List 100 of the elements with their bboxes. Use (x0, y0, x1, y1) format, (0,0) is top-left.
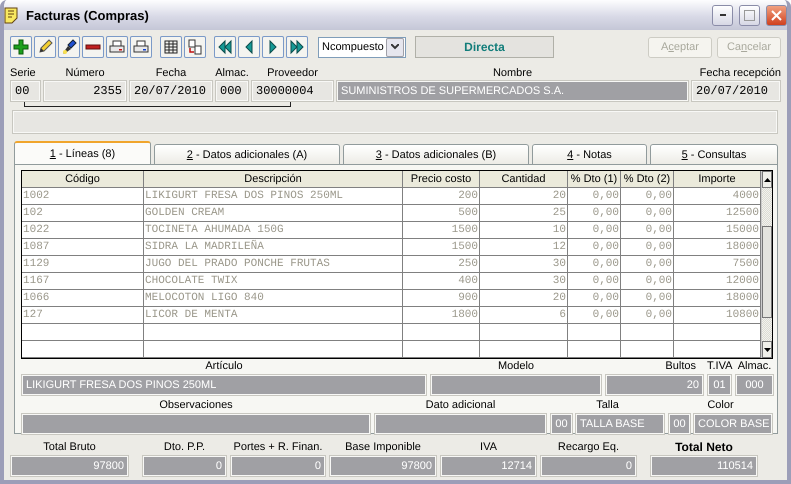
export-button[interactable] (184, 36, 206, 58)
article-field[interactable] (430, 374, 602, 396)
tab[interactable]: 3 - Datos adicionales (B) (343, 144, 529, 164)
detail-field[interactable] (374, 413, 547, 435)
table-cell: 1167 (22, 273, 144, 290)
scrollbar[interactable] (761, 171, 772, 358)
tab[interactable]: 4 - Notas (532, 144, 647, 164)
field-label: Color (706, 399, 735, 412)
column-header[interactable]: % Dto (1) (568, 171, 621, 188)
type-dropdown[interactable]: Ncompuesto (318, 36, 406, 58)
field-label: Talla (595, 399, 620, 412)
tab[interactable]: 1 - Líneas (8) (14, 141, 151, 164)
chevron-down-icon (391, 44, 399, 50)
column-header[interactable]: Importe (674, 171, 761, 188)
first-button[interactable] (214, 36, 236, 58)
table-cell: TOCINETA AHUMADA 150G (144, 222, 403, 239)
table-cell: MELOCOTON LIGO 840 (144, 290, 403, 307)
printer-button[interactable] (106, 36, 128, 58)
table-cell: 6 (480, 307, 568, 324)
field-label: Proveedor (266, 67, 319, 80)
header-field[interactable]: 00 (10, 80, 41, 102)
total-label: IVA (479, 441, 498, 454)
table-cell: 0,00 (621, 256, 674, 273)
table-cell: 30 (480, 256, 568, 273)
field-label: Bultos (664, 360, 697, 373)
header-field[interactable]: 20/07/2010 (129, 80, 213, 102)
column-header[interactable]: Precio costo (403, 171, 480, 188)
header-field[interactable]: 000 (215, 80, 249, 102)
field-label: Almac. (215, 67, 249, 80)
window-title: Facturas (Compras) (26, 8, 150, 22)
printer-button[interactable] (130, 36, 152, 58)
column-header[interactable]: Descripción (144, 171, 403, 188)
grid-button[interactable] (160, 36, 182, 58)
last-button[interactable] (286, 36, 308, 58)
header-field[interactable]: 2355 (43, 80, 127, 102)
close-icon (771, 10, 782, 20)
flashlight-icon (61, 39, 77, 55)
table-cell: 0,00 (568, 290, 621, 307)
table-cell: 900 (403, 290, 480, 307)
header-field[interactable]: 20/07/2010 (691, 80, 781, 102)
column-header[interactable]: Código (22, 171, 144, 188)
table-cell: CHOCOLATE TWIX (144, 273, 403, 290)
plus-icon (13, 39, 29, 55)
empty-cell (568, 324, 621, 341)
table-cell: 1129 (22, 256, 144, 273)
table-cell: 0,00 (568, 256, 621, 273)
table-cell: 20 (480, 188, 568, 205)
table-cell: 200 (403, 188, 480, 205)
table-cell: 0,00 (621, 290, 674, 307)
table-cell: 0,00 (568, 307, 621, 324)
app-icon (4, 6, 20, 24)
table-cell: 0,00 (568, 273, 621, 290)
table-cell: JUGO DEL PRADO PONCHE FRUTAS (144, 256, 403, 273)
maximize-button[interactable] (739, 4, 760, 26)
table-cell: 12 (480, 239, 568, 256)
printer-icon (133, 39, 149, 55)
info-field[interactable] (12, 110, 778, 134)
field-label: Artículo (204, 360, 244, 373)
field-label: Número (64, 67, 106, 80)
field-label: T.IVA (707, 360, 732, 373)
table-cell: 1087 (22, 239, 144, 256)
table-cell: 1022 (22, 222, 144, 239)
flashlight-button[interactable] (58, 36, 80, 58)
table-cell: 102 (22, 205, 144, 222)
tab[interactable]: 2 - Datos adicionales (A) (154, 144, 340, 164)
table-cell: 10 (480, 222, 568, 239)
first-icon (217, 39, 233, 55)
table-cell: 0,00 (568, 188, 621, 205)
table-cell: 0,00 (621, 188, 674, 205)
table-cell: 0,00 (621, 205, 674, 222)
close-button[interactable] (766, 4, 787, 26)
field-label: Almac. (736, 360, 772, 373)
tab[interactable]: 5 - Consultas (650, 144, 778, 164)
total-label: Recargo Eq. (556, 441, 620, 454)
column-header[interactable]: % Dto (2) (621, 171, 674, 188)
table-cell: LICOR DE MENTA (144, 307, 403, 324)
field-label: Modelo (496, 360, 536, 373)
pencil-icon (37, 39, 53, 55)
minimize-button[interactable] (712, 4, 733, 26)
table-cell: 1002 (22, 188, 144, 205)
header-field[interactable]: 30000004 (251, 80, 334, 102)
next-button[interactable] (262, 36, 284, 58)
total-label: Portes + R. Finan. (232, 441, 324, 454)
table-cell: 25 (480, 205, 568, 222)
total-label: Total Bruto (42, 441, 97, 454)
pencil-button[interactable] (34, 36, 56, 58)
table-cell: 30 (480, 273, 568, 290)
table-cell: 400 (403, 273, 480, 290)
table-cell: 0,00 (568, 205, 621, 222)
field-label: Serie (10, 67, 37, 80)
minimize-icon (720, 14, 726, 16)
previous-button[interactable] (238, 36, 260, 58)
plus-button[interactable] (10, 36, 32, 58)
field-label: Fecha (154, 67, 188, 80)
table-cell: 0,00 (621, 222, 674, 239)
detail-field[interactable] (21, 413, 371, 435)
empty-cell (568, 341, 621, 358)
export-icon (187, 39, 203, 55)
column-header[interactable]: Cantidad (480, 171, 568, 188)
minus-button[interactable] (82, 36, 104, 58)
